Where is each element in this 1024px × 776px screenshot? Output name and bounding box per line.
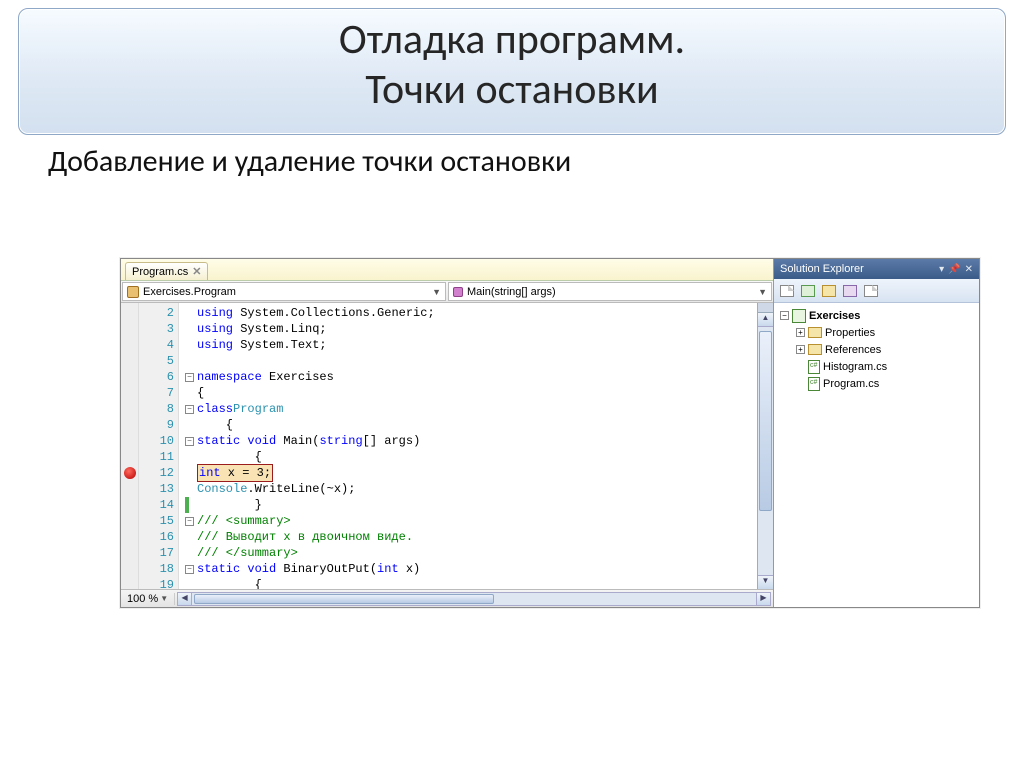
code-area: 2345678910111213141516171819 using Syste… <box>121 303 773 589</box>
solution-explorer-panel: Solution Explorer ▾ 📌 ✕ − Exercises + Prope… <box>774 259 979 607</box>
slide-title-block: Отладка программ. Точки остановки <box>18 8 1006 135</box>
slide-title-line2: Точки остановки <box>49 65 975 115</box>
toolbar-refresh-button[interactable] <box>799 282 817 300</box>
tree-item-program-cs[interactable]: Program.cs <box>776 375 977 392</box>
scroll-right-button[interactable]: ▶ <box>756 593 770 605</box>
code-line[interactable]: { <box>185 417 757 433</box>
scroll-track[interactable] <box>758 327 773 575</box>
page-icon <box>864 285 878 297</box>
outline-toggle-icon[interactable]: − <box>185 405 194 414</box>
chevron-down-icon: ▼ <box>160 594 168 603</box>
tree-item-label: Properties <box>825 327 875 339</box>
breakpoint-icon[interactable] <box>124 467 136 479</box>
split-handle[interactable] <box>758 303 773 313</box>
folder-icon <box>808 327 822 338</box>
line-number-gutter: 2345678910111213141516171819 <box>139 303 179 589</box>
tree-item-label: Exercises <box>809 310 860 322</box>
vertical-scrollbar[interactable]: ▲ ▼ <box>757 303 773 589</box>
chevron-down-icon: ▼ <box>432 287 441 297</box>
scroll-thumb[interactable] <box>759 331 772 511</box>
outline-toggle-icon[interactable]: − <box>185 565 194 574</box>
toolbar-properties-button[interactable] <box>841 282 859 300</box>
tree-item-label: References <box>825 344 881 356</box>
tree-item-exercises[interactable]: − Exercises <box>776 307 977 324</box>
code-line[interactable]: { <box>185 577 757 589</box>
horizontal-scrollbar[interactable]: ◀ ▶ <box>177 592 771 606</box>
toolbar-showall-button[interactable] <box>820 282 838 300</box>
scroll-up-button[interactable]: ▲ <box>758 313 773 327</box>
csharp-file-icon <box>808 360 820 374</box>
solution-explorer-titlebar[interactable]: Solution Explorer ▾ 📌 ✕ <box>774 259 979 279</box>
scroll-left-button[interactable]: ◀ <box>178 593 192 605</box>
folder-icon <box>808 344 822 355</box>
code-line[interactable]: − class Program <box>185 401 757 417</box>
outline-toggle-icon[interactable]: − <box>185 373 194 382</box>
code-line[interactable]: } <box>185 497 757 513</box>
editor-area: Program.cs ✕ Exercises.Program ▼ Main(st… <box>121 259 774 607</box>
chevron-down-icon: ▼ <box>758 287 767 297</box>
editor-status-bar: 100 % ▼ ◀ ▶ <box>121 589 773 607</box>
code-line[interactable]: − static void Main(string[] args) <box>185 433 757 449</box>
class-icon <box>127 286 139 298</box>
code-line[interactable]: − /// <summary> <box>185 513 757 529</box>
properties-icon <box>843 285 857 297</box>
code-line[interactable]: − static void BinaryOutPut(int x) <box>185 561 757 577</box>
tab-label: Program.cs <box>132 266 188 278</box>
navigation-bar: Exercises.Program ▼ Main(string[] args) … <box>121 281 773 303</box>
tree-item-label: Program.cs <box>823 378 879 390</box>
pin-icon[interactable]: 📌 <box>948 264 960 275</box>
zoom-dropdown[interactable]: 100 % ▼ <box>121 593 175 605</box>
code-line[interactable]: { <box>185 385 757 401</box>
tree-item-label: Histogram.cs <box>823 361 887 373</box>
tree-item-references[interactable]: + References <box>776 341 977 358</box>
editor-tab-strip: Program.cs ✕ <box>121 259 773 281</box>
slide-subtitle: Добавление и удаление точки остановки <box>48 143 996 180</box>
member-dropdown-label: Main(string[] args) <box>467 286 556 298</box>
expand-toggle-icon[interactable]: + <box>796 345 805 354</box>
code-line[interactable]: using System.Text; <box>185 337 757 353</box>
csharp-file-icon <box>808 377 820 391</box>
toolbar-home-button[interactable] <box>778 282 796 300</box>
close-icon[interactable]: ✕ <box>192 265 201 278</box>
outline-toggle-icon[interactable]: − <box>185 517 194 526</box>
solution-explorer-toolbar <box>774 279 979 303</box>
code-line[interactable]: /// </summary> <box>185 545 757 561</box>
solution-tree[interactable]: − Exercises + Properties + References Histogra… <box>774 303 979 607</box>
expand-toggle-icon[interactable]: − <box>780 311 789 320</box>
code-line[interactable] <box>185 353 757 369</box>
tree-item-histogram-cs[interactable]: Histogram.cs <box>776 358 977 375</box>
code-line[interactable]: using System.Collections.Generic; <box>185 305 757 321</box>
code-line[interactable]: Console.WriteLine(~x); <box>185 481 757 497</box>
tab-program-cs[interactable]: Program.cs ✕ <box>125 262 208 280</box>
folder-icon <box>822 285 836 297</box>
code-line[interactable]: { <box>185 449 757 465</box>
code-line[interactable]: /// Выводит x в двоичном виде. <box>185 529 757 545</box>
close-icon[interactable]: ✕ <box>965 264 973 275</box>
code-line[interactable]: int x = 3; <box>185 465 757 481</box>
scroll-down-button[interactable]: ▼ <box>758 575 773 589</box>
member-dropdown[interactable]: Main(string[] args) ▼ <box>448 282 772 301</box>
class-dropdown-label: Exercises.Program <box>143 286 236 298</box>
toolbar-view-button[interactable] <box>862 282 880 300</box>
hscroll-thumb[interactable] <box>194 594 494 604</box>
class-dropdown[interactable]: Exercises.Program ▼ <box>122 282 446 301</box>
outline-toggle-icon[interactable]: − <box>185 437 194 446</box>
dropdown-icon[interactable]: ▾ <box>939 264 944 275</box>
refresh-icon <box>801 285 815 297</box>
tree-item-properties[interactable]: + Properties <box>776 324 977 341</box>
breakpoint-margin[interactable] <box>121 303 139 589</box>
csproj-icon <box>792 309 806 323</box>
code-editor[interactable]: using System.Collections.Generic;using S… <box>179 303 757 589</box>
zoom-value: 100 % <box>127 593 158 605</box>
expand-toggle-icon[interactable]: + <box>796 328 805 337</box>
solution-explorer-title: Solution Explorer <box>780 263 864 275</box>
slide-title-line1: Отладка программ. <box>49 15 975 65</box>
code-line[interactable]: −namespace Exercises <box>185 369 757 385</box>
method-icon <box>453 287 463 297</box>
code-line[interactable]: using System.Linq; <box>185 321 757 337</box>
ide-window: Program.cs ✕ Exercises.Program ▼ Main(st… <box>120 258 980 608</box>
page-icon <box>780 285 794 297</box>
